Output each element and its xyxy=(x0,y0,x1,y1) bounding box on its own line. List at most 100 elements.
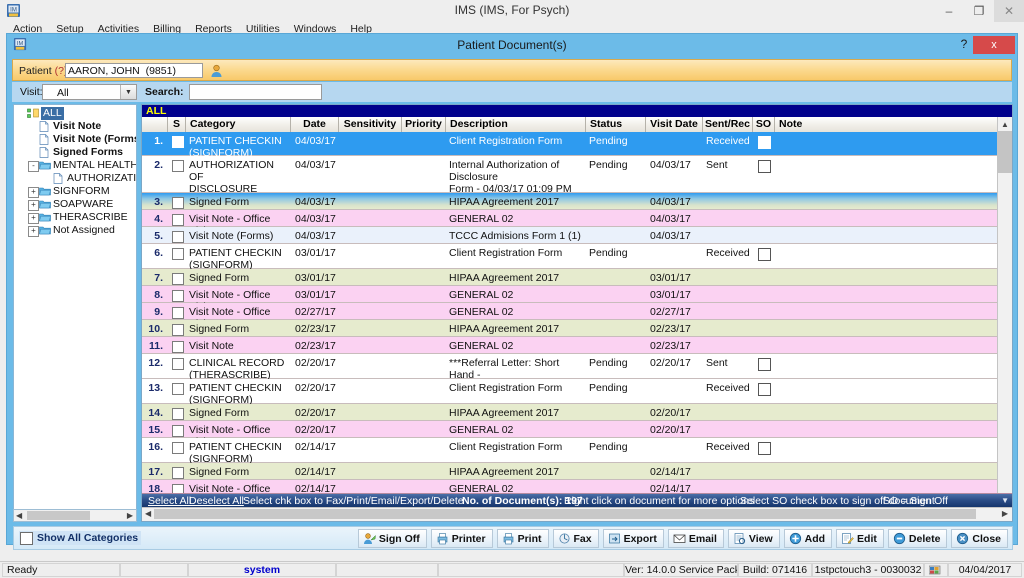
tree-node-mental-health[interactable]: - MENTAL HEALTH xyxy=(14,159,136,172)
grid-column-header-date[interactable]: Date xyxy=(291,117,339,132)
grid-column-header-category[interactable]: Category xyxy=(186,117,291,132)
grid-column-header-status[interactable]: Status xyxy=(586,117,646,132)
export-button[interactable]: Export xyxy=(602,529,664,548)
table-row[interactable]: 11. Visit Note 02/23/17 GENERAL 02 02/23/17 xyxy=(142,337,998,354)
table-row[interactable]: 2.AUTHORIZATION OF DISCLOSURE (MENTAL HE… xyxy=(142,156,998,219)
scroll-up-icon[interactable]: ▲ xyxy=(998,117,1012,131)
fax-button[interactable]: Fax xyxy=(552,529,599,548)
child-close-button[interactable]: x xyxy=(973,36,1015,54)
grid-column-header-num[interactable] xyxy=(142,117,168,132)
table-row[interactable]: 6. PATIENT CHECKIN (SIGNFORM) 03/01/17 Clie… xyxy=(142,244,998,271)
minimize-button[interactable]: – xyxy=(934,0,964,22)
tree-node-all[interactable]: ALL xyxy=(14,107,136,120)
print-button[interactable]: Print xyxy=(496,529,549,548)
expand-icon[interactable]: + xyxy=(28,226,39,237)
row-select-checkbox[interactable] xyxy=(172,307,184,319)
table-row[interactable]: 7. Signed Form 03/01/17 HIPAA Agreement 201… xyxy=(142,269,998,286)
grid-scroll-thumb[interactable] xyxy=(998,131,1012,173)
tree-node-signform[interactable]: + SIGNFORM xyxy=(14,185,136,198)
visit-select[interactable]: All ▼ xyxy=(42,84,137,100)
row-select-checkbox[interactable] xyxy=(172,324,184,336)
grid-column-header-so[interactable]: SO xyxy=(753,117,775,132)
sign-off-button[interactable]: Sign Off xyxy=(357,529,427,548)
close-button[interactable]: ✕ xyxy=(994,0,1024,22)
expand-icon[interactable]: + xyxy=(28,187,39,198)
sign-off-checkbox[interactable] xyxy=(758,136,771,149)
email-button[interactable]: Email xyxy=(667,529,724,548)
select-all-link[interactable]: Select All xyxy=(148,494,191,508)
grid-horizontal-scrollbar[interactable]: ◀ ▶ xyxy=(142,507,1012,521)
table-row[interactable]: 9.Visit Note - Office Visit02/27/17GENER… xyxy=(142,303,998,330)
view-button[interactable]: View xyxy=(727,529,780,548)
table-row[interactable]: 14. Signed Form 02/20/17 HIPAA Agreement 20… xyxy=(142,404,998,421)
sign-off-checkbox[interactable] xyxy=(758,358,771,371)
tree-node-signed-forms[interactable]: Signed Forms xyxy=(14,146,136,159)
row-select-checkbox[interactable] xyxy=(172,467,184,479)
tree-horizontal-scrollbar[interactable]: ◀ ▶ xyxy=(13,509,137,522)
person-lookup-icon[interactable] xyxy=(210,64,223,78)
sign-off-checkbox[interactable] xyxy=(758,248,771,261)
category-tree-panel[interactable]: ALL Visit Note Visit Note (Forms) Signed Fo… xyxy=(13,104,137,522)
tree-node-authorization-o[interactable]: AUTHORIZATION O xyxy=(14,172,136,185)
table-row[interactable]: 8.Visit Note - Office Visit03/01/17GENER… xyxy=(142,286,998,313)
deselect-all-link[interactable]: Deselect All xyxy=(189,494,244,508)
grid-scroll-right-icon[interactable]: ▶ xyxy=(1002,509,1008,518)
close-button[interactable]: Close xyxy=(951,529,1008,548)
row-select-checkbox[interactable] xyxy=(172,214,184,226)
patient-input[interactable] xyxy=(65,63,203,78)
grid-column-header-sensitivity[interactable]: Sensitivity xyxy=(339,117,402,132)
row-select-checkbox[interactable] xyxy=(172,425,184,437)
table-row[interactable]: 17. Signed Form 02/14/17 HIPAA Agreement 20… xyxy=(142,463,998,480)
expand-icon[interactable]: + xyxy=(28,200,39,211)
table-row[interactable]: 13. PATIENT CHECKIN (SIGNFORM) 02/20/17 Cli… xyxy=(142,379,998,406)
sign-off-checkbox[interactable] xyxy=(758,383,771,396)
tree-node-not-assigned[interactable]: + Not Assigned xyxy=(14,224,136,237)
grid-column-header-priority[interactable]: Priority xyxy=(402,117,446,132)
add-button[interactable]: Add xyxy=(783,529,833,548)
row-select-checkbox[interactable] xyxy=(172,160,184,172)
tree-node-visit-note-forms[interactable]: Visit Note (Forms) xyxy=(14,133,136,146)
row-select-checkbox[interactable] xyxy=(172,136,184,148)
printer-button[interactable]: Printer xyxy=(430,529,493,548)
search-input[interactable] xyxy=(189,84,322,100)
tray-icon[interactable] xyxy=(928,565,941,576)
grid-column-header-description[interactable]: Description xyxy=(446,117,586,132)
table-row[interactable]: 3. Signed Form 04/03/17 HIPAA Agreement 201… xyxy=(142,193,998,210)
tree-scroll-thumb[interactable] xyxy=(27,511,90,520)
scroll-left-icon[interactable]: ◀ xyxy=(16,511,22,520)
grid-column-header-sentrec[interactable]: Sent/Rec xyxy=(703,117,753,132)
scroll-right-icon[interactable]: ▶ xyxy=(127,511,133,520)
row-select-checkbox[interactable] xyxy=(172,197,184,209)
sign-off-checkbox[interactable] xyxy=(758,160,771,173)
table-row[interactable]: 1. PATIENT CHECKIN (SIGNFORM) 04/03/17 Clie… xyxy=(142,132,998,159)
row-select-checkbox[interactable] xyxy=(172,248,184,260)
grid-column-header-s[interactable]: S xyxy=(168,117,186,132)
row-select-checkbox[interactable] xyxy=(172,273,184,285)
tree-node-visit-note[interactable]: Visit Note xyxy=(14,120,136,133)
row-select-checkbox[interactable] xyxy=(172,341,184,353)
row-select-checkbox[interactable] xyxy=(172,231,184,243)
table-row[interactable]: 5. Visit Note (Forms) 04/03/17 TCCC Admisio… xyxy=(142,227,998,244)
table-row[interactable]: 16. PATIENT CHECKIN (SIGNFORM) 02/14/17 Cli… xyxy=(142,438,998,465)
row-select-checkbox[interactable] xyxy=(172,383,184,395)
row-select-checkbox[interactable] xyxy=(172,442,184,454)
table-row[interactable]: 12. CLINICAL RECORD (THERASCRIBE) 02/20/17… xyxy=(142,354,998,393)
grid-vertical-scrollbar[interactable]: ▲ ▼ xyxy=(997,117,1012,502)
collapse-icon[interactable]: - xyxy=(28,161,39,172)
table-row[interactable]: 15.Visit Note - Office Visit02/20/17GENE… xyxy=(142,421,998,448)
chevron-down-icon[interactable]: ▼ xyxy=(120,85,136,99)
grid-column-header-visitdate[interactable]: Visit Date xyxy=(646,117,703,132)
table-row[interactable]: 10. Signed Form 02/23/17 HIPAA Agreement 20… xyxy=(142,320,998,337)
show-all-categories-checkbox[interactable]: Show All Categories xyxy=(19,531,142,545)
help-button[interactable]: ? xyxy=(957,37,971,51)
tree-node-therascribe[interactable]: + THERASCRIBE xyxy=(14,211,136,224)
row-select-checkbox[interactable] xyxy=(172,408,184,420)
edit-button[interactable]: Edit xyxy=(836,529,884,548)
row-select-checkbox[interactable] xyxy=(172,358,184,370)
delete-button[interactable]: Delete xyxy=(887,529,948,548)
row-select-checkbox[interactable] xyxy=(172,290,184,302)
tree-node-soapware[interactable]: + SOAPWARE xyxy=(14,198,136,211)
sign-off-checkbox[interactable] xyxy=(758,442,771,455)
grid-column-header-note[interactable]: Note xyxy=(775,117,998,132)
expand-icon[interactable]: + xyxy=(28,213,39,224)
